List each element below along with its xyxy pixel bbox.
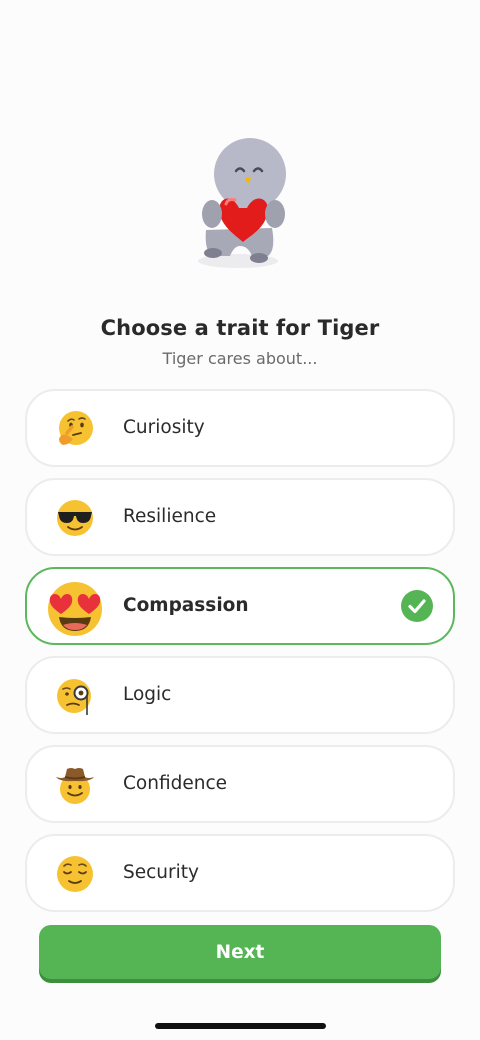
option-compassion[interactable]: Compassion — [25, 567, 455, 645]
cowboy-face-icon — [56, 768, 94, 804]
thinking-face-icon — [59, 411, 93, 445]
page-subtitle: Tiger cares about... — [162, 349, 318, 368]
monocle-face-icon — [57, 679, 91, 715]
option-confidence[interactable]: Confidence — [25, 745, 455, 823]
sunglasses-face-icon — [57, 500, 93, 536]
option-security[interactable]: Security — [25, 834, 455, 912]
option-label: Curiosity — [123, 417, 205, 438]
option-label: Security — [123, 862, 199, 883]
option-resilience[interactable]: Resilience — [25, 478, 455, 556]
heart-eyes-face-icon — [48, 582, 102, 636]
option-label: Compassion — [123, 595, 249, 616]
option-label: Logic — [123, 684, 172, 705]
option-label: Confidence — [123, 773, 228, 794]
home-indicator — [155, 1023, 326, 1029]
trait-options-list: Curiosity Resilience Compassion Logic Co… — [0, 389, 480, 912]
option-logic[interactable]: Logic — [25, 656, 455, 734]
option-label: Resilience — [123, 506, 217, 527]
next-button[interactable]: Next — [39, 925, 441, 979]
option-curiosity[interactable]: Curiosity — [25, 389, 455, 467]
relieved-face-icon — [57, 856, 93, 892]
check-icon — [401, 590, 433, 622]
bird-holding-heart-icon — [198, 138, 286, 268]
page-title: Choose a trait for Tiger — [100, 316, 380, 340]
